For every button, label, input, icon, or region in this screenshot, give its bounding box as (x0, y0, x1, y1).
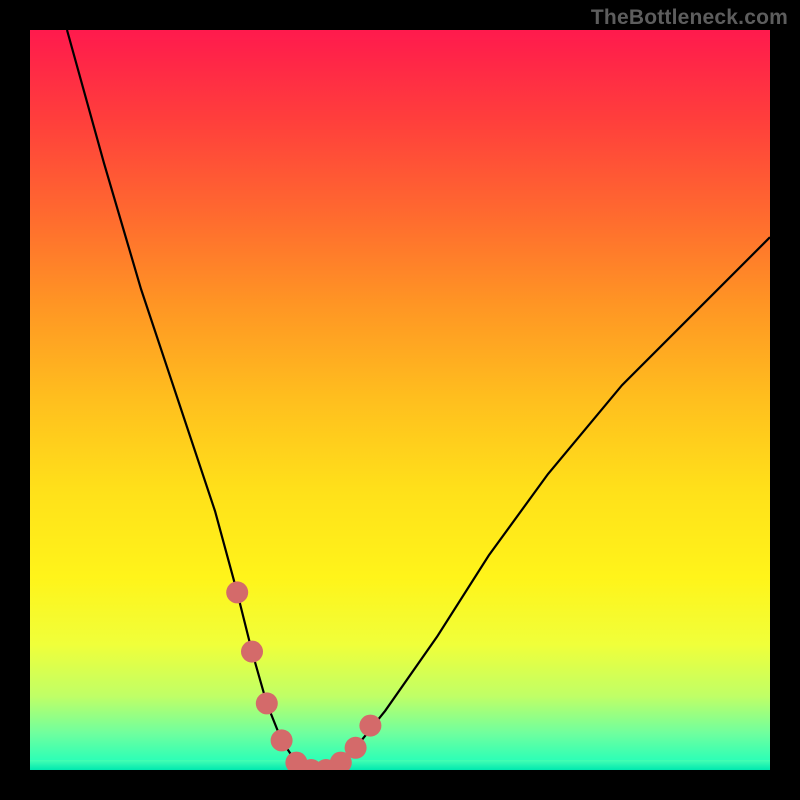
marker-point (241, 641, 263, 663)
plot-area (30, 30, 770, 770)
marker-point (345, 737, 367, 759)
marker-point (226, 581, 248, 603)
curve-svg (30, 30, 770, 770)
marker-group (226, 581, 381, 770)
chart-frame: TheBottleneck.com (0, 0, 800, 800)
marker-point (256, 692, 278, 714)
marker-point (271, 729, 293, 751)
bottleneck-curve-path (67, 30, 770, 770)
watermark-text: TheBottleneck.com (591, 6, 788, 30)
marker-point (359, 715, 381, 737)
